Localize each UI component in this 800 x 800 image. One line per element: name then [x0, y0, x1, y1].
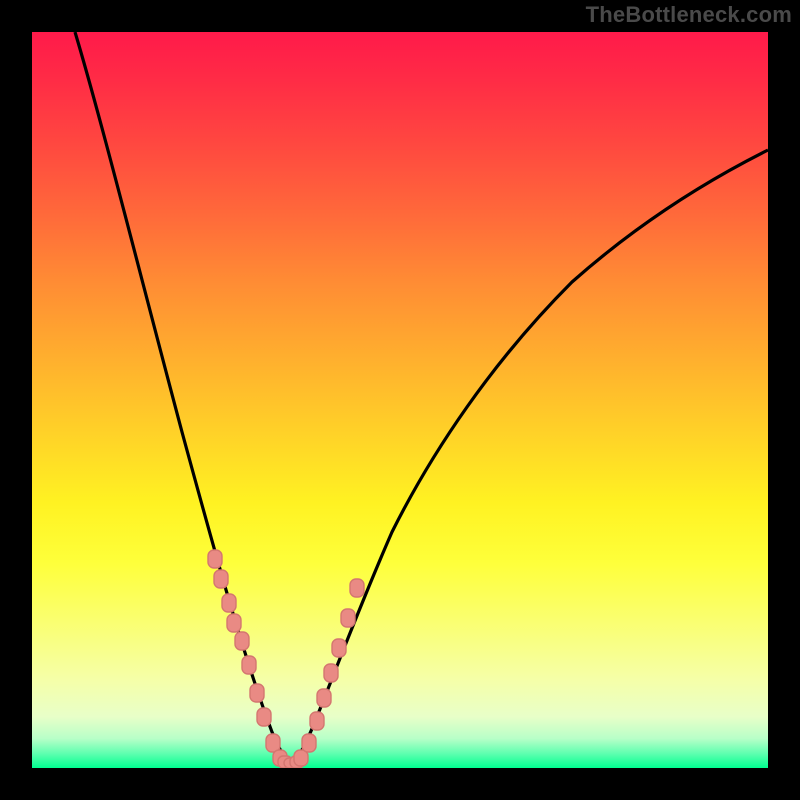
right-cluster [294, 579, 364, 766]
plot-area [32, 32, 768, 768]
left-branch [75, 32, 290, 766]
left-cluster [208, 550, 287, 766]
chart-frame: TheBottleneck.com [0, 0, 800, 800]
curve-layer [32, 32, 768, 768]
watermark-text: TheBottleneck.com [586, 2, 792, 28]
right-branch [290, 150, 768, 766]
